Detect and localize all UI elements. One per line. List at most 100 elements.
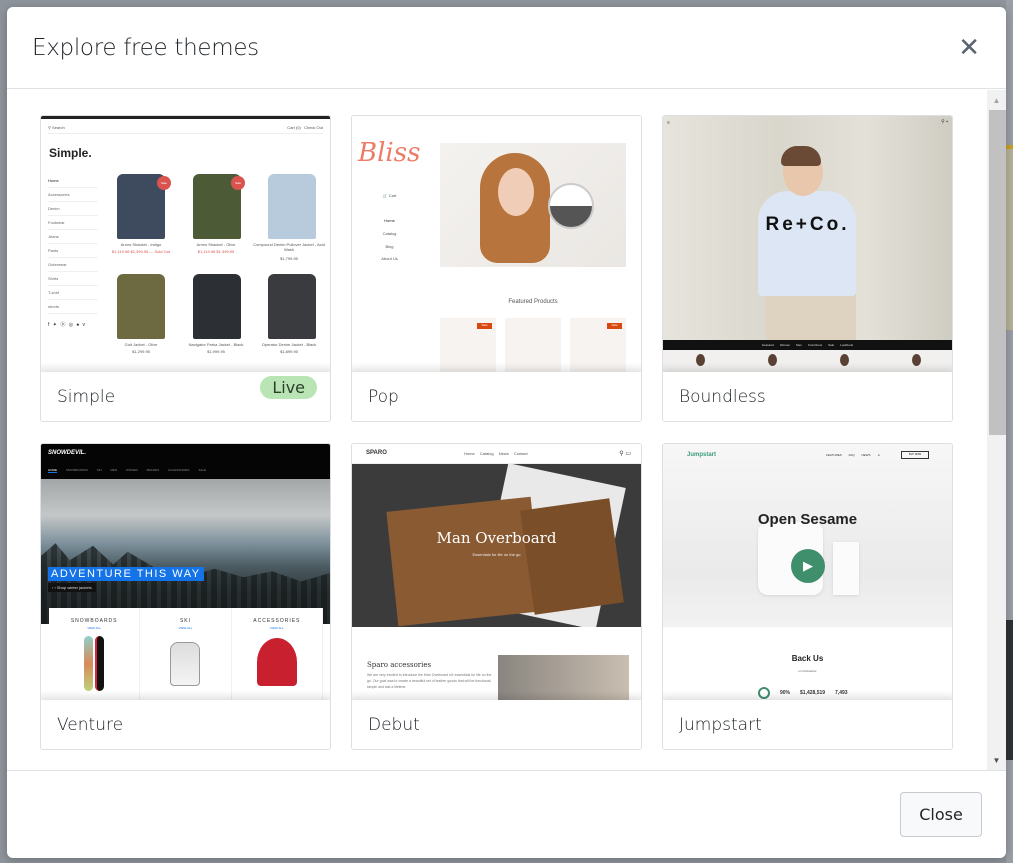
preview-product-price: $1,999.95 [207,349,225,354]
preview-account-icon: ♙ [877,453,881,457]
category-title: ACCESSORIES [253,618,301,624]
theme-preview-venture: SNOWDEVIL. HOME SNOWBOARDS SKI MEN WOMEN… [41,444,330,700]
theme-card-debut[interactable]: SPARO Home Catalog News Contact ⚲ ▭ Man … [351,443,642,750]
preview-nav-item: Catalog [479,451,494,456]
preview-nav-item: shorts [48,300,98,314]
preview-hero-image: Man Overboard Essentials for life on the… [352,464,641,627]
preview-product-image [879,350,952,372]
preview-nav-item: SKI [96,468,102,472]
preview-nav-item: Footwear [48,216,98,230]
close-icon[interactable]: ✕ [958,35,980,61]
preview-cart-label: Cart (0) [287,125,301,130]
card-footer: Simple Live [41,372,330,421]
preview-nav-item: About Us [381,256,398,261]
preview-nav-item: Denim [48,202,98,216]
card-footer: Jumpstart [663,700,952,749]
preview-nav: FEATURES FAQ NEWS ♙ [826,453,880,457]
preview-nav-item: FAQ [848,453,855,457]
theme-preview-jumpstart: Jumpstart FEATURES FAQ NEWS ♙ BUY NOW Op… [663,444,952,700]
modal-body: ⚲ Search Cart (0) Check Out Simple. Home… [7,90,1006,770]
modal-header: Explore free themes ✕ [7,7,1006,89]
theme-card-pop[interactable]: Bliss 🛒 Cart Home Catalog Blog About Us … [351,115,642,422]
category-link: VIEW ALL [178,626,193,630]
preview-header: SNOWDEVIL. HOME SNOWBOARDS SKI MEN WOMEN… [41,444,330,479]
preview-product-title: Arrow Shacket - Olive [196,242,236,247]
preview-header: SPARO Home Catalog News Contact ⚲ ▭ [352,444,641,464]
preview-product-image [807,350,880,372]
preview-hero-link: ‹ › Shop winter jackets [48,583,96,592]
preview-nav-item: BRANDS [146,468,160,472]
preview-nav-item: News [498,451,509,456]
preview-stats: 90% $1,428,519 7,493 [758,687,848,699]
preview-hero-link-label: Shop winter jackets [56,585,92,590]
preview-search-label: Search [52,125,65,130]
preview-product-image [268,174,316,239]
preview-nav: Home Catalog News Contact [464,451,528,456]
category-title: SKI [179,618,192,624]
scroll-up-arrow-icon[interactable]: ▲ [987,92,1006,108]
preview-nav-item: Jeans [48,230,98,244]
preview-hero-image [440,143,626,267]
preview-section-text: We are very excited to introduce the Man… [367,673,492,689]
scroll-down-arrow-icon[interactable]: ▼ [987,752,1006,768]
preview-hero-title: Man Overboard [436,529,557,547]
preview-product-image: Sale [440,318,496,372]
preview-product-price: $1,119.96 $1,399.95 [197,249,235,254]
live-badge: Live [260,375,317,399]
preview-menu-icon: ≡ [667,120,670,126]
preview-nav-item: Catalog [382,231,397,236]
scrollbar-thumb[interactable] [989,110,1006,435]
theme-card-venture[interactable]: SNOWDEVIL. HOME SNOWBOARDS SKI MEN WOMEN… [40,443,331,750]
hero-leather-sleeve [386,496,543,627]
preview-nav-item: Front/Jens [807,343,823,347]
preview-logo: Bliss [358,138,421,168]
preview-nav-item: Featured [761,343,774,347]
category-title: SNOWBOARDS [70,618,118,624]
backdrop-page [1006,0,1013,863]
modal-footer: Close [7,770,1006,858]
preview-nav-item: Home [384,218,395,223]
preview-nav-item: Contact [513,451,528,456]
close-button[interactable]: Close [900,792,982,837]
snowboard-image [95,636,105,691]
preview-product-image [663,350,736,372]
preview-nav-item: SNOWBOARDS [65,468,88,472]
theme-name: Venture [57,715,124,735]
preview-cart: Cart (0) Check Out [287,125,323,130]
category-link: VIEW ALL [87,626,101,630]
card-footer: Boundless [663,372,952,421]
preview-logo: SPARO [366,450,387,456]
preview-categories: SNOWBOARDS VIEW ALL SKI VIEW ALL ACCESSO… [49,608,323,700]
preview-nav-item: Outerwear [48,258,98,272]
theme-card-boundless[interactable]: ≡ ⚲ ▪ Re+Co. Featured Women Men Front/Je… [662,115,953,422]
preview-nav-item: WOMEN [125,468,138,472]
hero-figure-face [498,168,534,216]
theme-card-jumpstart[interactable]: Jumpstart FEATURES FAQ NEWS ♙ BUY NOW Op… [662,443,953,750]
preview-section-title: Sparo accessories [367,661,432,669]
preview-category: ACCESSORIES VIEW ALL [232,608,323,700]
card-footer: Venture [41,700,330,749]
ski-boot-image [170,642,201,686]
modal-title: Explore free themes [32,34,259,61]
preview-product-image: Sale [570,318,626,372]
preview-nav-item: Lookbook [840,343,854,347]
hero-figure-hair [781,146,821,166]
preview-nav: Featured Women Men Front/Jens Sale Lookb… [663,340,952,350]
theme-card-simple[interactable]: ⚲ Search Cart (0) Check Out Simple. Home… [40,115,331,422]
preview-sale-badge: Sale [607,323,622,329]
preview-nav-item: NEWS [861,453,871,457]
preview-product-image [268,274,316,339]
preview-product-thumbs [663,350,952,372]
theme-preview-simple: ⚲ Search Cart (0) Check Out Simple. Home… [41,116,330,372]
preview-cart: 🛒 Cart [382,193,397,198]
preview-sale-badge: Sale [157,176,171,190]
preview-nav-item: Women [779,343,791,347]
hero-mirror [548,183,594,229]
preview-product-image [117,274,165,339]
vertical-scrollbar[interactable]: ▲ ▼ [987,90,1006,770]
preview-top-bar [41,116,330,119]
preview-product-price: $1,119.96 $1,399.95 — Sold Out [111,249,171,254]
preview-nav-item: MEN [110,468,118,472]
preview-hero-subtitle: Essentials for life on the go [472,552,521,557]
preview-logo: Re+Co. [765,214,850,235]
